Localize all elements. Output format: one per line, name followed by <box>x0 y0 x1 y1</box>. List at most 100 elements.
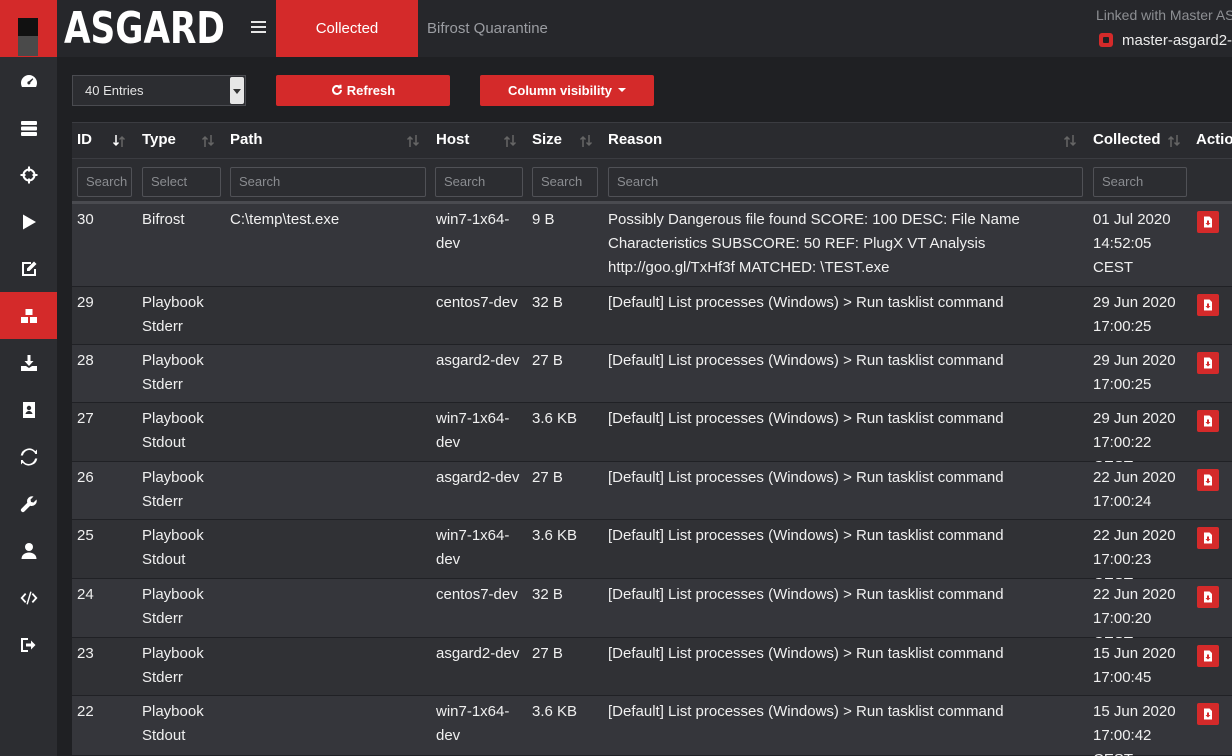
table-row[interactable]: 28 Playbook Stderr asgard2-dev 27 B [Def… <box>72 345 1232 417</box>
download-file-button[interactable] <box>1197 645 1219 667</box>
table-row[interactable]: 25 Playbook Stdout win7-1x64-dev 3.6 KB … <box>72 520 1232 592</box>
download-file-button[interactable] <box>1197 703 1219 725</box>
server-icon[interactable] <box>0 104 57 151</box>
column-header-size[interactable]: Size <box>527 123 562 159</box>
collected-date: 29 Jun 2020 <box>1093 410 1176 427</box>
cell-reason: [Default] List processes (Windows) > Run… <box>608 469 1004 486</box>
download-file-button[interactable] <box>1197 527 1219 549</box>
file-download-icon <box>1204 708 1212 720</box>
filter-size-input[interactable]: Search <box>532 167 598 197</box>
table-row[interactable]: 29 Playbook Stderr centos7-dev 32 B [Def… <box>72 287 1232 359</box>
crosshair-icon[interactable] <box>0 151 57 198</box>
cell-reason: [Default] List processes (Windows) > Run… <box>608 703 1004 720</box>
cell-id: 30 <box>77 211 94 228</box>
download-file-button[interactable] <box>1197 294 1219 316</box>
play-icon[interactable] <box>0 198 57 245</box>
cell-type: Playbook Stdout <box>142 703 204 744</box>
edit-icon[interactable] <box>0 245 57 292</box>
filter-path-input[interactable]: Search <box>230 167 426 197</box>
column-header-path[interactable]: Path <box>225 123 263 159</box>
table-row[interactable]: 27 Playbook Stdout win7-1x64-dev 3.6 KB … <box>72 403 1232 475</box>
download-file-button[interactable] <box>1197 352 1219 374</box>
sort-desc-icon[interactable] <box>112 134 126 148</box>
tab-collected-evidences[interactable]: Collected Evidences <box>276 0 418 94</box>
sort-icon[interactable] <box>406 134 420 148</box>
cell-reason: [Default] List processes (Windows) > Run… <box>608 410 1004 427</box>
cell-size: 27 B <box>532 645 563 662</box>
filter-collected-input[interactable]: Search <box>1093 167 1187 197</box>
collected-date: 22 Jun 2020 <box>1093 469 1176 486</box>
cell-reason: [Default] List processes (Windows) > Run… <box>608 294 1004 311</box>
dashboard-icon[interactable] <box>0 57 57 104</box>
cell-size: 32 B <box>532 294 563 311</box>
master-link[interactable]: master-asgard2-dev <box>1099 32 1232 49</box>
code-icon[interactable] <box>0 574 57 621</box>
column-header-type[interactable]: Type <box>137 123 176 159</box>
table-row[interactable]: 26 Playbook Stderr asgard2-dev 27 B [Def… <box>72 462 1232 534</box>
linked-master-label: Linked with Master ASGARD <box>1096 7 1232 23</box>
download-file-button[interactable] <box>1197 469 1219 491</box>
file-download-icon <box>1204 415 1212 427</box>
filter-id-input[interactable]: Search <box>77 167 132 197</box>
cell-host: centos7-dev <box>436 586 518 603</box>
logout-icon[interactable] <box>0 621 57 668</box>
file-download-icon <box>1204 532 1212 544</box>
refresh-button[interactable]: Refresh <box>276 75 450 106</box>
sync-icon[interactable] <box>0 433 57 480</box>
logo[interactable] <box>0 0 57 57</box>
file-download-icon <box>1204 216 1212 228</box>
chevron-down-icon <box>230 77 244 104</box>
menu-toggle-icon[interactable] <box>250 18 268 38</box>
column-visibility-label: Column visibility <box>507 83 612 98</box>
download-file-button[interactable] <box>1197 586 1219 608</box>
cell-type: Playbook Stderr <box>142 294 204 335</box>
column-header-collected[interactable]: Collected <box>1088 123 1161 159</box>
license-icon[interactable] <box>0 386 57 433</box>
cell-id: 24 <box>77 586 94 603</box>
table-row[interactable]: 24 Playbook Stderr centos7-dev 32 B [Def… <box>72 579 1232 651</box>
filter-type-select[interactable]: Select <box>142 167 221 197</box>
user-icon[interactable] <box>0 527 57 574</box>
filter-reason-input[interactable]: Search <box>608 167 1083 197</box>
sort-icon[interactable] <box>503 134 517 148</box>
file-download-icon <box>1204 357 1212 369</box>
cell-host: win7-1x64-dev <box>436 211 510 252</box>
cell-id: 29 <box>77 294 94 311</box>
wrench-icon[interactable] <box>0 480 57 527</box>
column-header-reason[interactable]: Reason <box>603 123 662 159</box>
download-icon[interactable] <box>0 339 57 386</box>
top-bar: ASGARD Collected Evidences Bifrost Quara… <box>0 0 1232 94</box>
table-row[interactable]: 22 Playbook Stdout win7-1x64-dev 3.6 KB … <box>72 696 1232 756</box>
entries-select[interactable]: 40 Entries <box>72 75 246 106</box>
cell-host: win7-1x64-dev <box>436 703 510 744</box>
sort-icon[interactable] <box>201 134 215 148</box>
column-header-actions: Actions <box>1196 131 1232 148</box>
download-file-button[interactable] <box>1197 211 1219 233</box>
evidence-icon[interactable] <box>0 292 57 339</box>
collected-date: 15 Jun 2020 <box>1093 703 1176 720</box>
cell-reason: [Default] List processes (Windows) > Run… <box>608 645 1004 662</box>
column-visibility-button[interactable]: Column visibility <box>480 75 654 106</box>
cell-size: 3.6 KB <box>532 527 578 544</box>
sort-icon[interactable] <box>1063 134 1077 148</box>
download-file-button[interactable] <box>1197 410 1219 432</box>
cell-size: 9 B <box>532 211 555 228</box>
column-header-host[interactable]: Host <box>431 123 469 159</box>
cell-id: 22 <box>77 703 94 720</box>
cell-type: Playbook Stderr <box>142 645 204 686</box>
table-row[interactable]: 23 Playbook Stderr asgard2-dev 27 B [Def… <box>72 638 1232 710</box>
table-row[interactable]: 30 Bifrost C:\temp\test.exe win7-1x64-de… <box>72 204 1232 287</box>
sort-icon[interactable] <box>1167 134 1181 148</box>
tab-bifrost-quarantine[interactable]: Bifrost Quarantine <box>419 0 556 57</box>
cell-type: Bifrost <box>142 211 185 228</box>
cell-host: asgard2-dev <box>436 352 520 369</box>
column-header-id[interactable]: ID <box>72 123 92 159</box>
sort-icon[interactable] <box>579 134 593 148</box>
cell-size: 32 B <box>532 586 563 603</box>
cell-type: Playbook Stderr <box>142 586 204 627</box>
collected-date: 22 Jun 2020 <box>1093 527 1176 544</box>
filter-host-input[interactable]: Search <box>435 167 523 197</box>
cell-size: 27 B <box>532 352 563 369</box>
cell-size: 3.6 KB <box>532 703 578 720</box>
cell-id: 27 <box>77 410 94 427</box>
